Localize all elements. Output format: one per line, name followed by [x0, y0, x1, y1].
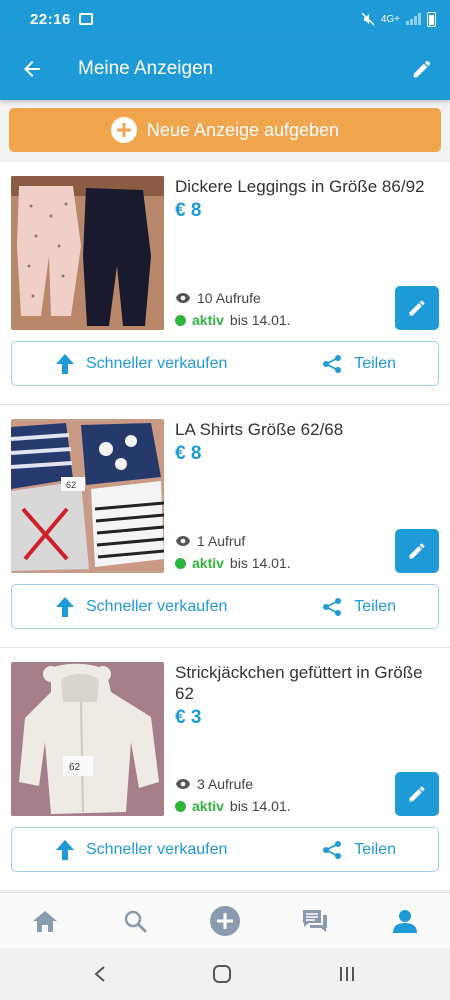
share-button[interactable]: Teilen — [322, 840, 396, 860]
pencil-icon — [409, 543, 425, 559]
ad-status: aktiv bis 14.01. — [175, 312, 291, 328]
status-icons: 4G+ — [361, 11, 436, 27]
nav-profile[interactable] — [375, 893, 435, 949]
nav-add[interactable] — [195, 893, 255, 949]
status-until: bis 14.01. — [229, 312, 291, 328]
battery-icon — [427, 11, 436, 27]
mute-icon — [361, 12, 375, 26]
status-label: aktiv — [192, 312, 224, 328]
active-dot-icon — [175, 800, 186, 812]
ad-price: € 8 — [175, 200, 202, 221]
nav-search[interactable] — [105, 893, 165, 949]
profile-icon — [393, 909, 417, 933]
ad-status: aktiv bis 14.01. — [175, 798, 291, 814]
photo-tag-text: 62 — [66, 480, 76, 490]
sell-faster-button[interactable]: Schneller verkaufen — [56, 839, 228, 860]
ad-actions: Schneller verkaufen Teilen — [11, 341, 439, 386]
back-arrow-icon — [24, 61, 40, 77]
ad-views: 3 Aufrufe — [175, 776, 253, 792]
ad-list[interactable]: Dickere Leggings in Größe 86/92 € 8 10 A… — [0, 162, 450, 892]
sell-faster-label: Schneller verkaufen — [86, 597, 228, 615]
edit-ad-button[interactable] — [395, 772, 439, 816]
home-nav-icon[interactable] — [212, 965, 232, 983]
ad-price: € 3 — [175, 707, 202, 728]
sell-faster-label: Schneller verkaufen — [86, 354, 228, 372]
new-ad-container: Neue Anzeige aufgeben — [0, 100, 450, 162]
edit-mode-button[interactable] — [394, 38, 450, 100]
arrow-up-icon — [56, 839, 74, 860]
nav-messages[interactable] — [285, 893, 345, 949]
new-ad-label: Neue Anzeige aufgeben — [146, 119, 340, 140]
status-until: bis 14.01. — [229, 555, 291, 571]
ad-actions: Schneller verkaufen Teilen — [11, 827, 439, 872]
home-icon — [33, 910, 57, 932]
arrow-up-icon — [56, 596, 74, 617]
ad-actions: Schneller verkaufen Teilen — [11, 584, 439, 629]
app-bar: Meine Anzeigen — [0, 38, 450, 100]
ad-photo-shirts[interactable]: 62 — [11, 419, 164, 573]
ad-card[interactable]: 62 LA Shirts Größe 62/68 € 8 1 Aufruf ak… — [0, 405, 450, 648]
edit-ad-button[interactable] — [395, 286, 439, 330]
image-notification-icon — [78, 13, 93, 25]
eye-icon — [176, 536, 190, 546]
status-bar: 22:16 4G+ — [0, 0, 450, 38]
ad-views: 1 Aufruf — [175, 533, 245, 549]
ad-card[interactable]: Dickere Leggings in Größe 86/92 € 8 10 A… — [0, 162, 450, 405]
arrow-up-icon — [56, 353, 74, 374]
edit-ad-button[interactable] — [395, 529, 439, 573]
ad-card[interactable]: 62 Strickjäckchen gefüttert in Größe 62 … — [0, 648, 450, 891]
search-icon — [124, 910, 147, 932]
views-count: 10 Aufrufe — [197, 290, 261, 306]
share-label: Teilen — [354, 354, 396, 372]
active-dot-icon — [175, 314, 186, 326]
status-label: aktiv — [192, 555, 224, 571]
sell-faster-button[interactable]: Schneller verkaufen — [56, 596, 228, 617]
status-label: aktiv — [192, 798, 224, 814]
sell-faster-label: Schneller verkaufen — [86, 840, 228, 858]
pencil-icon — [413, 60, 431, 78]
share-label: Teilen — [354, 597, 396, 615]
pencil-icon — [409, 300, 425, 316]
share-icon — [323, 597, 342, 616]
ad-status: aktiv bis 14.01. — [175, 555, 291, 571]
page-title: Meine Anzeigen — [78, 58, 214, 79]
photo-tag-text: 62 — [69, 762, 81, 773]
back-nav-icon[interactable] — [93, 965, 107, 983]
messages-icon — [303, 909, 327, 932]
status-until: bis 14.01. — [229, 798, 291, 814]
signal-icon — [406, 13, 421, 25]
ad-title[interactable]: LA Shirts Größe 62/68 — [175, 419, 439, 440]
bottom-navigation — [0, 892, 450, 948]
share-button[interactable]: Teilen — [322, 354, 396, 374]
recents-nav-icon[interactable] — [337, 965, 357, 983]
ad-title[interactable]: Strickjäckchen gefüttert in Größe 62 — [175, 662, 439, 704]
share-button[interactable]: Teilen — [322, 597, 396, 617]
system-navigation — [0, 948, 450, 1000]
ad-views: 10 Aufrufe — [175, 290, 261, 306]
share-icon — [323, 354, 342, 373]
ad-price: € 8 — [175, 443, 202, 464]
share-icon — [323, 840, 342, 859]
new-ad-button[interactable]: Neue Anzeige aufgeben — [9, 108, 441, 152]
pencil-icon — [409, 786, 425, 802]
nav-home[interactable] — [15, 893, 75, 949]
status-time: 22:16 — [30, 10, 71, 28]
share-label: Teilen — [354, 840, 396, 858]
views-count: 3 Aufrufe — [197, 776, 254, 792]
ad-photo-cardigan[interactable]: 62 — [11, 662, 164, 816]
ad-title[interactable]: Dickere Leggings in Größe 86/92 — [175, 176, 439, 197]
back-button[interactable] — [0, 38, 64, 100]
plus-circle-icon — [110, 117, 137, 143]
ad-photo-leggings[interactable] — [11, 176, 164, 330]
network-type: 4G+ — [380, 13, 400, 25]
views-count: 1 Aufruf — [197, 533, 246, 549]
eye-icon — [176, 779, 190, 789]
sell-faster-button[interactable]: Schneller verkaufen — [56, 353, 228, 374]
active-dot-icon — [175, 557, 186, 569]
add-icon — [210, 905, 240, 936]
eye-icon — [176, 293, 190, 303]
